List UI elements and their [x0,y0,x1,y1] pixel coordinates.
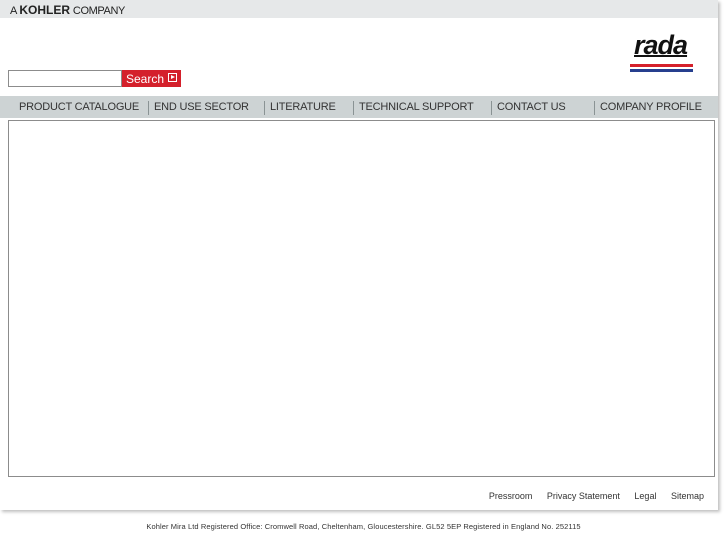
footer-links: Pressroom Privacy Statement Legal Sitema… [477,491,704,501]
page-container: A KOHLER COMPANY rada Search PRODUCT CAT… [0,0,718,510]
footer-link-pressroom[interactable]: Pressroom [489,491,533,501]
nav-item-contact-us[interactable]: CONTACT US [497,96,566,118]
nav-divider [594,101,595,115]
nav-item-company-profile[interactable]: COMPANY PROFILE [600,96,702,118]
logo-blue-stripe [630,69,693,72]
main-content-area [8,120,715,477]
nav-divider [264,101,265,115]
main-navigation: PRODUCT CATALOGUE END USE SECTOR LITERAT… [0,96,718,118]
footer-link-legal[interactable]: Legal [634,491,656,501]
rada-logo-text: rada [634,30,688,60]
nav-item-literature[interactable]: LITERATURE [270,96,336,118]
search-input[interactable] [8,70,122,87]
nav-divider [491,101,492,115]
nav-item-technical-support[interactable]: TECHNICAL SUPPORT [359,96,474,118]
nav-item-product-catalogue[interactable]: PRODUCT CATALOGUE [19,96,139,118]
kohler-suffix: COMPANY [72,5,125,17]
top-bar: A KOHLER COMPANY [0,0,718,18]
nav-divider [353,101,354,115]
rada-logo[interactable]: rada [630,30,694,72]
kohler-prefix: A [10,5,17,17]
search-button-label: Search [126,71,165,86]
nav-item-end-use-sector[interactable]: END USE SECTOR [154,96,249,118]
nav-divider [148,101,149,115]
kohler-company-logo[interactable]: A KOHLER COMPANY [10,3,125,17]
arrow-right-icon [168,73,177,82]
kohler-brand: KOHLER [19,3,71,17]
footer-link-privacy-statement[interactable]: Privacy Statement [547,491,620,501]
footer-link-sitemap[interactable]: Sitemap [671,491,704,501]
search-button[interactable]: Search [122,70,181,87]
logo-red-stripe [630,64,693,67]
registered-office-text: Kohler Mira Ltd Registered Office: Cromw… [146,522,581,531]
